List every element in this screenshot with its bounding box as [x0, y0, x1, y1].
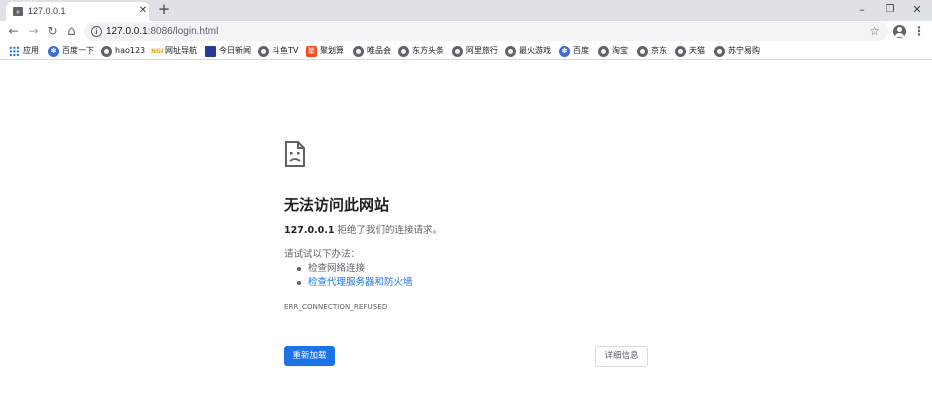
globe-icon — [637, 45, 648, 57]
site-info-icon[interactable]: i — [91, 26, 102, 37]
globe-icon — [505, 45, 516, 57]
globe-icon — [675, 45, 686, 57]
bookmark-taobao[interactable]: 淘宝 — [598, 44, 628, 58]
error-detail: 127.0.0.1 拒绝了我们的连接请求。 — [284, 224, 442, 237]
bookmark-news[interactable]: 今日新闻 — [205, 44, 251, 58]
globe-icon — [353, 45, 364, 57]
tab-strip: ▤ 127.0.0.1 ✕ + – ❐ ✕ — [0, 0, 932, 21]
bookmark-label: 今日新闻 — [219, 46, 251, 55]
bookmark-tmall[interactable]: 天猫 — [675, 44, 705, 58]
url-text[interactable]: 127.0.0.1:8086/login.html — [106, 25, 218, 38]
minimize-button[interactable]: – — [847, 0, 877, 21]
globe-icon — [101, 45, 112, 57]
baidu-paw-icon: ✽ — [559, 45, 570, 57]
close-window-button[interactable]: ✕ — [902, 0, 932, 21]
browser-menu-icon[interactable]: ⋮ — [913, 24, 925, 39]
news-icon — [205, 45, 216, 57]
tab-close-icon[interactable]: ✕ — [137, 5, 149, 17]
globe-icon — [714, 45, 725, 57]
bookmark-juhuasuan[interactable]: 聚 聚划算 — [306, 44, 344, 58]
suggestion-check-network: 检查网络连接 — [297, 262, 413, 276]
bookmark-games[interactable]: 最火游戏 — [505, 44, 551, 58]
bookmark-label: 斗鱼TV — [272, 46, 299, 55]
bookmark-vip[interactable]: 唯品会 — [353, 44, 391, 58]
bookmark-ali-travel[interactable]: 阿里旅行 — [452, 44, 498, 58]
bookmark-hao123[interactable]: hao123 — [101, 44, 145, 58]
bookmark-label: 百度 — [573, 46, 589, 55]
suggestions-heading: 请试试以下办法： — [284, 249, 361, 260]
profile-avatar-icon[interactable] — [893, 25, 906, 38]
bookmark-label: 百度一下 — [62, 46, 94, 55]
suggestion-check-proxy-link[interactable]: 检查代理服务器和防火墙 — [297, 276, 413, 290]
bookmark-jd[interactable]: 京东 — [637, 44, 667, 58]
apps-grid-icon — [9, 45, 20, 57]
page-title: 无法访问此网站 — [284, 196, 390, 214]
error-code: ERR_CONNECTION_REFUSED — [284, 303, 388, 311]
maximize-button[interactable]: ❐ — [875, 0, 905, 21]
browser-tab[interactable]: ▤ 127.0.0.1 ✕ — [6, 2, 149, 21]
globe-icon — [258, 45, 269, 57]
bookmarks-bar: 应用 ✽ 百度一下 hao123 NGI 网址导航 今日新闻 斗鱼TV 聚 聚划… — [0, 42, 932, 60]
reload-page-button[interactable]: 重新加载 — [284, 346, 335, 366]
forward-button[interactable]: → — [26, 24, 41, 39]
baidu-paw-icon: ✽ — [48, 45, 59, 57]
bookmark-label: hao123 — [115, 46, 146, 55]
suggestions-list: 检查网络连接 检查代理服务器和防火墙 — [297, 262, 413, 290]
home-button[interactable]: ⌂ — [64, 24, 79, 39]
bookmark-wangzhi[interactable]: NGI 网址导航 — [151, 44, 197, 58]
bookmark-baidu-search[interactable]: ✽ 百度一下 — [48, 44, 94, 58]
bookmark-label: 天猫 — [689, 46, 705, 55]
bookmark-label: 东方头条 — [412, 46, 444, 55]
page-favicon-icon: ▤ — [13, 7, 23, 16]
bookmark-suning[interactable]: 苏宁易购 — [714, 44, 760, 58]
bookmark-apps[interactable]: 应用 — [9, 44, 39, 58]
back-button[interactable]: ← — [6, 24, 21, 39]
error-message: 拒绝了我们的连接请求。 — [334, 225, 443, 236]
bookmark-label: 阿里旅行 — [466, 46, 498, 55]
bookmark-label: 聚划算 — [320, 46, 344, 55]
bookmark-label: 网址导航 — [165, 46, 197, 55]
details-button[interactable]: 详细信息 — [595, 346, 648, 367]
globe-icon — [452, 45, 463, 57]
bookmark-label: 应用 — [23, 46, 39, 55]
wangzhi-icon: NGI — [151, 45, 164, 57]
bookmark-label: 最火游戏 — [519, 46, 551, 55]
bookmark-label: 京东 — [651, 46, 667, 55]
globe-icon — [598, 45, 609, 57]
bookmark-label: 唯品会 — [367, 46, 391, 55]
url-host: 127.0.0.1 — [106, 26, 148, 37]
browser-toolbar: ← → ↻ ⌂ i 127.0.0.1:8086/login.html ☆ ⋮ — [0, 21, 932, 42]
reload-button[interactable]: ↻ — [45, 24, 60, 39]
bookmark-douyu[interactable]: 斗鱼TV — [258, 44, 298, 58]
bookmark-baidu[interactable]: ✽ 百度 — [559, 44, 589, 58]
juhuasuan-icon: 聚 — [306, 45, 317, 57]
new-tab-button[interactable]: + — [156, 2, 172, 18]
tab-title: 127.0.0.1 — [28, 6, 66, 16]
sad-page-icon — [285, 141, 305, 167]
error-host: 127.0.0.1 — [284, 225, 335, 236]
bookmark-toutiao[interactable]: 东方头条 — [398, 44, 444, 58]
url-path: :8086/login.html — [147, 26, 219, 37]
bookmark-star-icon[interactable]: ☆ — [869, 24, 880, 38]
globe-icon — [398, 45, 409, 57]
address-bar[interactable]: i 127.0.0.1:8086/login.html ☆ — [84, 22, 888, 41]
bookmark-label: 苏宁易购 — [728, 46, 760, 55]
bookmark-label: 淘宝 — [612, 46, 628, 55]
